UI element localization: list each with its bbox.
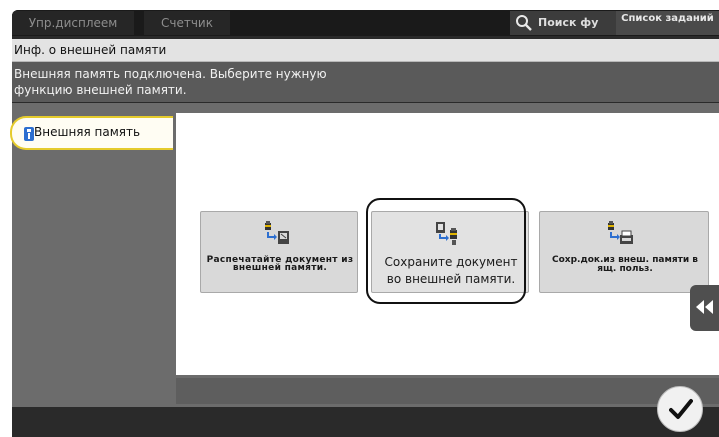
document-to-usb-icon: [436, 222, 457, 245]
page-title-text: Инф. о внешней памяти: [14, 43, 167, 57]
bottom-strip: [176, 378, 719, 404]
screen: Упр.дисплеем Счетчик Поиск фу Список зад…: [0, 0, 719, 437]
usb-to-printer-icon: [265, 221, 289, 244]
job-list-label: Список заданий: [621, 13, 714, 24]
save-to-user-box-label: Сохр.док.из внеш. памяти в ящ. польз.: [551, 255, 698, 274]
status-message-text: Внешняя память подключена. Выберите нужн…: [14, 67, 327, 97]
ok-button[interactable]: [657, 386, 703, 432]
page-title: Инф. о внешней памяти: [12, 39, 719, 62]
print-from-external-memory-button[interactable]: Распечатайте документ из внешней памяти.: [200, 211, 358, 293]
tab-counter[interactable]: Счетчик: [144, 11, 230, 35]
search-label: Поиск фу: [538, 16, 599, 29]
double-chevron-left-icon: [696, 300, 713, 314]
job-list-button[interactable]: Список заданий: [616, 11, 719, 35]
top-bar: Упр.дисплеем Счетчик Поиск фу Список зад…: [12, 10, 719, 36]
collapse-panel-button[interactable]: [690, 285, 719, 331]
print-from-external-memory-label: Распечатайте документ из внешней памяти.: [206, 255, 354, 273]
usb-icon: [24, 127, 34, 141]
magnifier-icon: [516, 15, 532, 31]
save-to-external-memory-button[interactable]: Сохраните документ во внешней памяти.: [371, 211, 529, 293]
search-button[interactable]: Поиск фу: [510, 11, 628, 35]
sidebar-item-label: Внешняя память: [34, 125, 141, 139]
checkmark-icon: [669, 399, 693, 419]
save-to-external-memory-label: Сохраните документ во внешней памяти.: [384, 255, 518, 286]
usb-to-box-icon: [608, 221, 633, 244]
save-to-user-box-button[interactable]: Сохр.док.из внеш. памяти в ящ. польз.: [539, 211, 709, 293]
sidebar-item-external-memory[interactable]: Внешняя память: [10, 116, 173, 150]
status-message: Внешняя память подключена. Выберите нужн…: [12, 62, 719, 102]
tab-display-control[interactable]: Упр.дисплеем: [12, 11, 134, 35]
